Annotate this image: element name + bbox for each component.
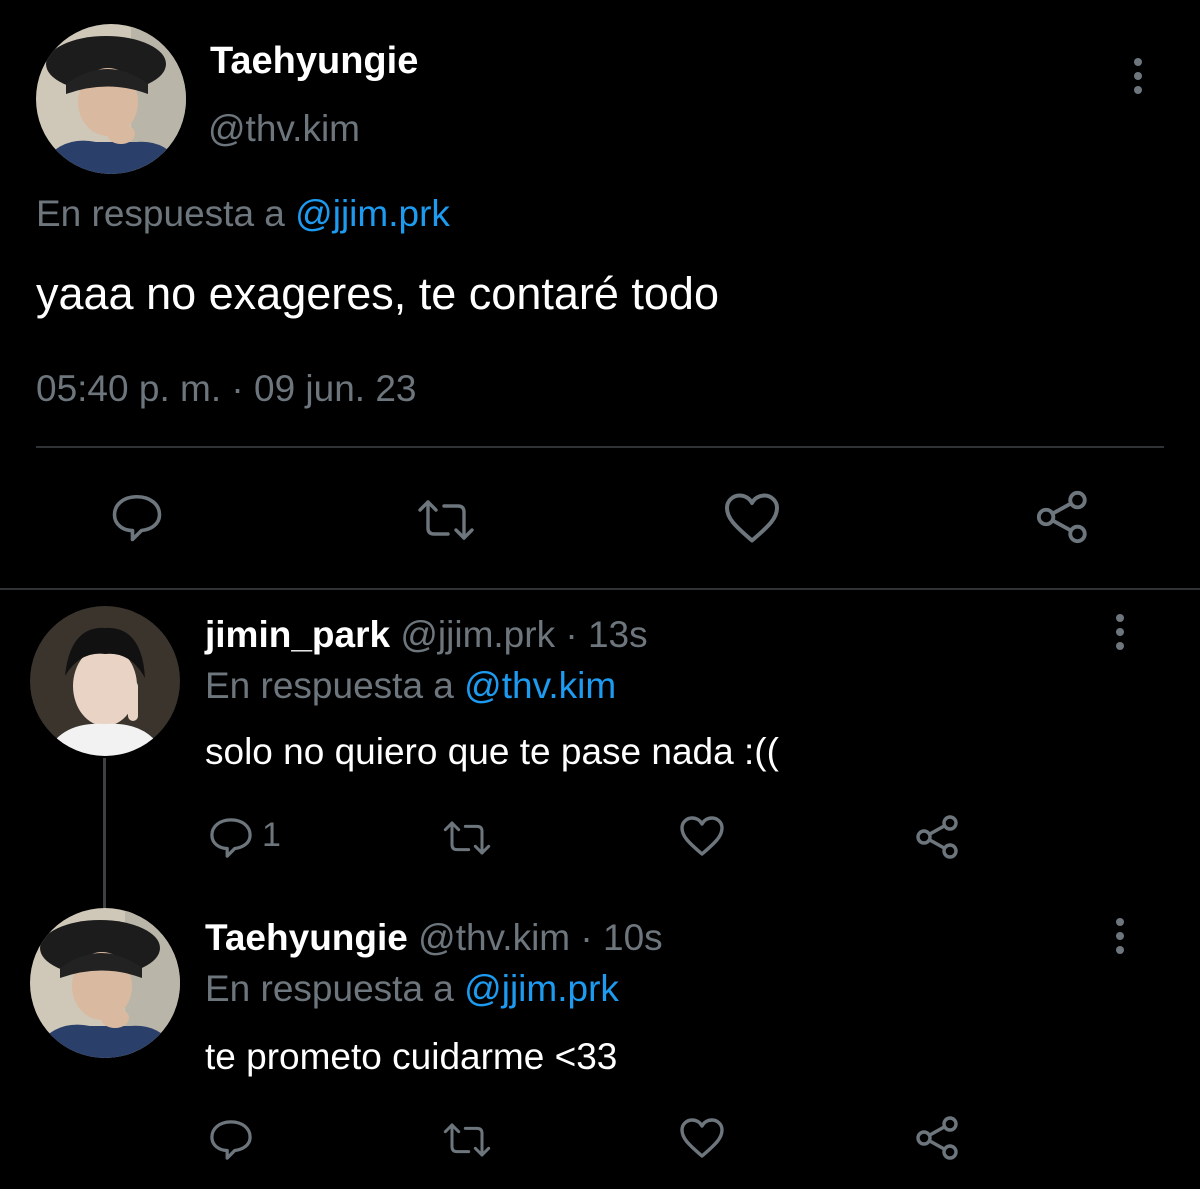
main-avatar[interactable] bbox=[36, 24, 186, 174]
share-icon[interactable] bbox=[1034, 488, 1092, 546]
reply-author-handle[interactable]: @thv.kim bbox=[418, 917, 570, 958]
reply-time[interactable]: · 13s bbox=[565, 614, 647, 655]
more-options-icon[interactable] bbox=[1112, 614, 1128, 650]
reply-context: En respuesta a @thv.kim bbox=[205, 665, 616, 707]
reply-icon[interactable] bbox=[208, 1118, 254, 1160]
main-author-name[interactable]: Taehyungie bbox=[210, 40, 418, 83]
reply-author-handle[interactable]: @jjim.prk bbox=[400, 614, 555, 655]
retweet-icon[interactable] bbox=[414, 496, 478, 544]
tweet-text: yaaa no exageres, te contaré todo bbox=[36, 268, 719, 319]
avatar-photo bbox=[36, 24, 186, 174]
reply-author-name[interactable]: Taehyungie bbox=[205, 917, 408, 958]
reply-prefix: En respuesta a bbox=[36, 193, 285, 234]
more-options-icon[interactable] bbox=[1130, 58, 1146, 94]
like-icon[interactable] bbox=[678, 814, 726, 858]
reply-header: Taehyungie @thv.kim · 10s bbox=[205, 917, 663, 959]
tweet-timestamp[interactable]: 05:40 p. m. · 09 jun. 23 bbox=[36, 368, 417, 410]
divider bbox=[36, 446, 1164, 448]
like-icon[interactable] bbox=[722, 490, 782, 546]
avatar-photo bbox=[30, 908, 180, 1058]
reply-icon[interactable] bbox=[110, 492, 164, 542]
reply-avatar[interactable] bbox=[30, 908, 180, 1058]
reply-count: 1 bbox=[262, 816, 281, 854]
share-icon[interactable] bbox=[914, 1114, 962, 1162]
reply-author-name[interactable]: jimin_park bbox=[205, 614, 390, 655]
reply-to-link[interactable]: @jjim.prk bbox=[295, 193, 450, 234]
reply-context: En respuesta a @jjim.prk bbox=[205, 968, 619, 1010]
reply-to-link[interactable]: @jjim.prk bbox=[464, 968, 619, 1009]
main-author-handle[interactable]: @thv.kim bbox=[208, 108, 360, 150]
share-icon[interactable] bbox=[914, 813, 962, 861]
divider bbox=[0, 588, 1200, 590]
reply-to-link[interactable]: @thv.kim bbox=[464, 665, 616, 706]
avatar-photo bbox=[30, 606, 180, 756]
reply-time[interactable]: · 10s bbox=[580, 917, 662, 958]
reply-icon[interactable] bbox=[208, 816, 254, 858]
reply-header: jimin_park @jjim.prk · 13s bbox=[205, 614, 648, 656]
thread-line bbox=[103, 758, 106, 908]
reply-text: solo no quiero que te pase nada :(( bbox=[205, 731, 779, 772]
retweet-icon[interactable] bbox=[440, 818, 494, 858]
reply-context: En respuesta a @jjim.prk bbox=[36, 193, 450, 235]
reply-prefix: En respuesta a bbox=[205, 968, 454, 1009]
retweet-icon[interactable] bbox=[440, 1120, 494, 1160]
reply-avatar[interactable] bbox=[30, 606, 180, 756]
like-icon[interactable] bbox=[678, 1116, 726, 1160]
reply-text: te prometo cuidarme <33 bbox=[205, 1036, 618, 1077]
more-options-icon[interactable] bbox=[1112, 918, 1128, 954]
reply-prefix: En respuesta a bbox=[205, 665, 454, 706]
